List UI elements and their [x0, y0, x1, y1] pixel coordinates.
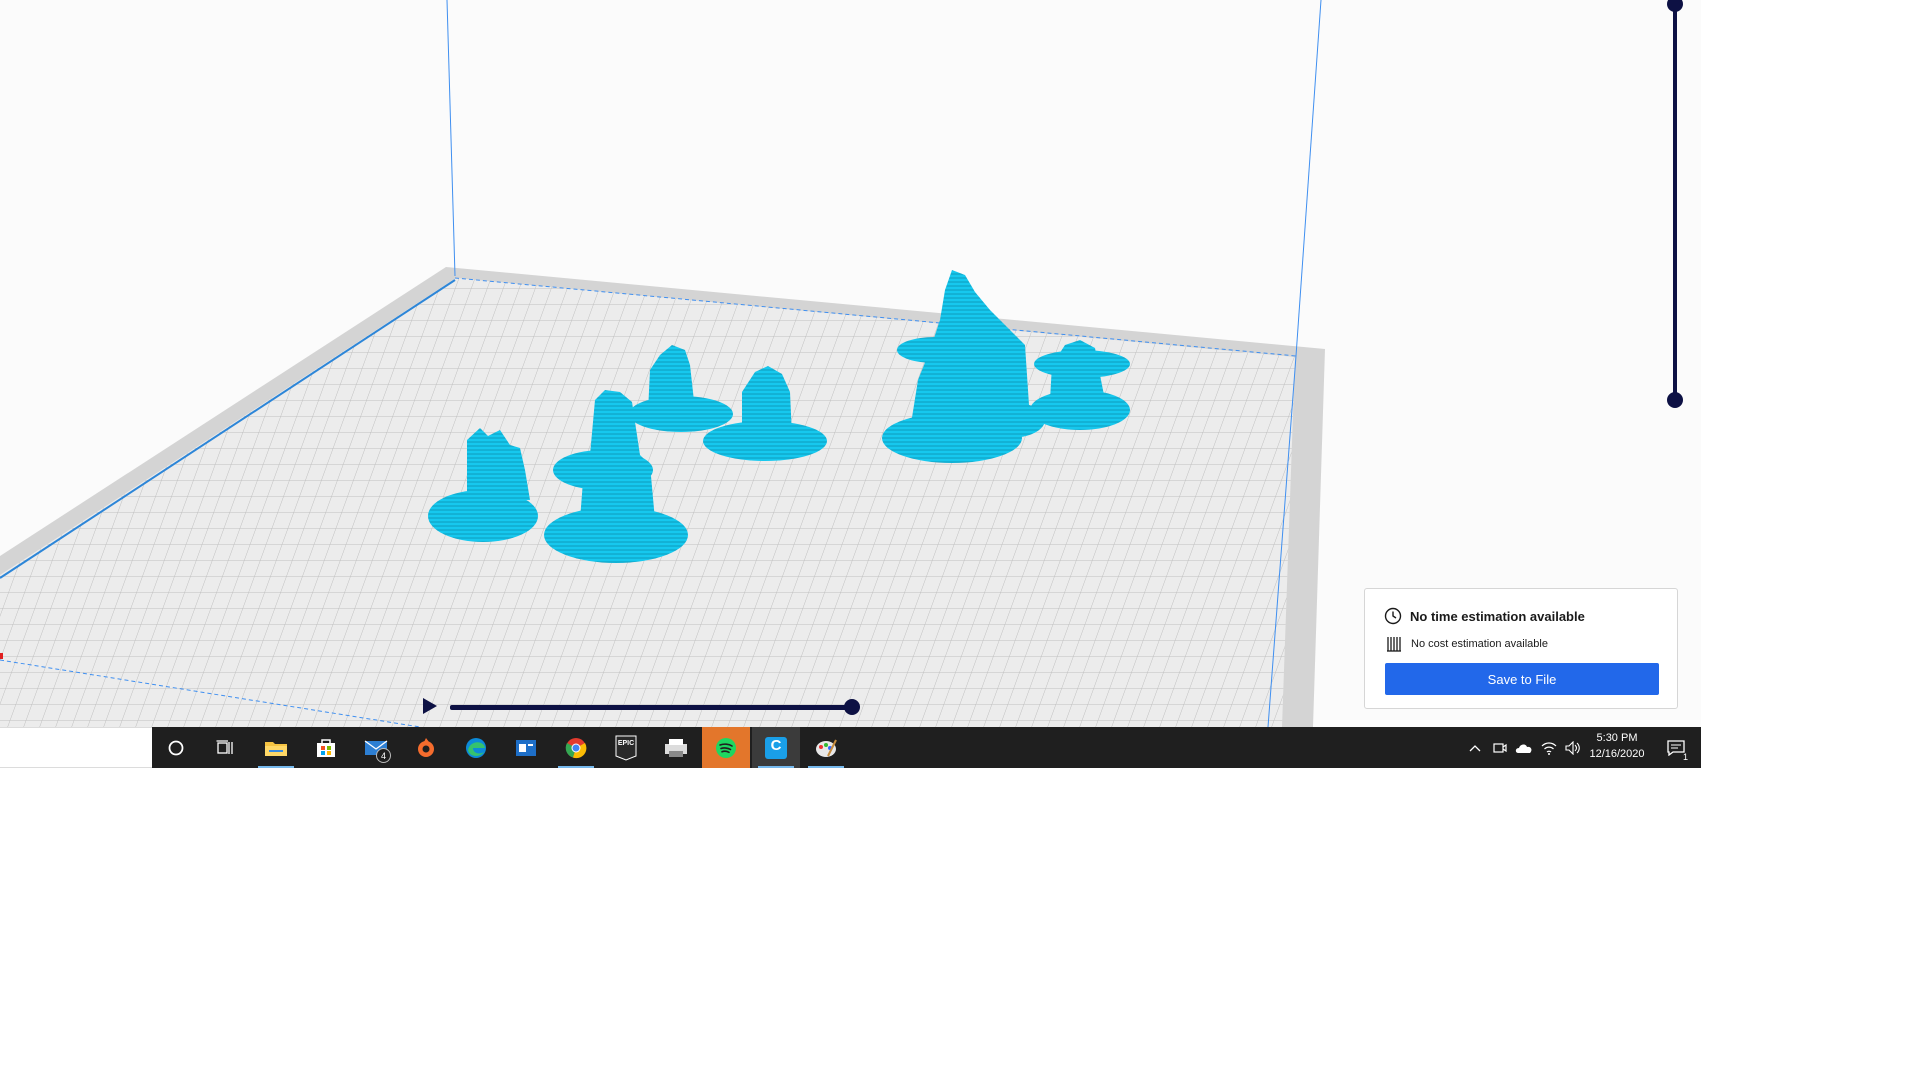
save-to-file-button[interactable]: Save to File: [1385, 663, 1659, 695]
cura-button[interactable]: C: [752, 727, 800, 768]
layer-slider-track[interactable]: [1673, 4, 1677, 398]
edge-icon: [466, 737, 486, 758]
layer-slider[interactable]: [1667, 0, 1683, 408]
clock-icon: [1384, 607, 1402, 625]
mail-badge: 4: [376, 748, 391, 763]
file-explorer-button[interactable]: [252, 727, 300, 768]
spotify-icon: [716, 737, 736, 758]
onedrive-icon: [1515, 743, 1532, 753]
edge-button[interactable]: [452, 727, 500, 768]
task-view-icon: [216, 739, 233, 754]
onedrive-button[interactable]: [1512, 727, 1536, 768]
taskbar: 4 EPIC C 5:30 PM 12/16/2020 1: [0, 727, 1701, 768]
cortana-circle-icon: [168, 740, 184, 755]
cura-label: C: [770, 737, 782, 754]
axis-marker: [0, 653, 3, 659]
epic-games-button[interactable]: EPIC: [602, 727, 650, 768]
wifi-icon: [1541, 741, 1557, 755]
progress-track[interactable]: [450, 705, 850, 710]
printer-app-icon: [665, 738, 687, 757]
paint-button[interactable]: [802, 727, 850, 768]
print-information-panel: No time estimation available No cost est…: [1364, 588, 1678, 709]
model[interactable]: [553, 450, 653, 490]
chrome-icon: [565, 737, 587, 758]
layer-slider-top-handle[interactable]: [1667, 0, 1683, 12]
mail-button[interactable]: 4: [352, 727, 400, 768]
progress-handle[interactable]: [844, 699, 860, 715]
printer-app-button[interactable]: [652, 727, 700, 768]
build-volume-edge: [1295, 0, 1322, 357]
layer-slider-bottom-handle[interactable]: [1667, 392, 1683, 408]
taskbar-clock[interactable]: 5:30 PM 12/16/2020: [1580, 730, 1654, 766]
model[interactable]: [975, 402, 1045, 438]
epic-games-label: EPIC: [617, 740, 635, 747]
cura-window: No time estimation available No cost est…: [0, 0, 1701, 727]
cortana-button[interactable]: [152, 727, 200, 768]
play-button[interactable]: [421, 696, 439, 716]
show-hidden-icons-button[interactable]: [1463, 727, 1487, 768]
meet-now-button[interactable]: [1488, 727, 1512, 768]
play-icon: [423, 698, 437, 714]
meet-now-icon: [1493, 742, 1507, 753]
layer-progress-slider[interactable]: [450, 699, 860, 715]
notification-count: 1: [1682, 752, 1688, 762]
build-volume-edge: [446, 0, 456, 277]
task-view-button[interactable]: [201, 727, 249, 768]
chevron-up-icon: [1469, 744, 1481, 751]
news-icon: [516, 739, 536, 756]
spotify-button[interactable]: [702, 727, 750, 768]
cost-icon: [1387, 637, 1401, 652]
chrome-button[interactable]: [552, 727, 600, 768]
news-button[interactable]: [502, 727, 550, 768]
microsoft-store-button[interactable]: [302, 727, 350, 768]
origin-button[interactable]: [402, 727, 450, 768]
paint-icon: [816, 739, 837, 757]
time-estimate-text: No time estimation available: [1410, 608, 1585, 624]
action-center-button[interactable]: 1: [1658, 727, 1694, 768]
wifi-button[interactable]: [1537, 727, 1561, 768]
search-area[interactable]: [0, 727, 152, 768]
volume-icon: [1565, 740, 1580, 755]
epic-games-icon: [615, 735, 637, 761]
file-explorer-icon: [265, 741, 287, 756]
clock-time: 5:30 PM: [1596, 732, 1638, 744]
origin-icon: [418, 737, 434, 757]
clock-date: 12/16/2020: [1589, 748, 1645, 760]
cost-estimate-text: No cost estimation available: [1411, 638, 1548, 650]
microsoft-store-icon: [317, 738, 335, 757]
